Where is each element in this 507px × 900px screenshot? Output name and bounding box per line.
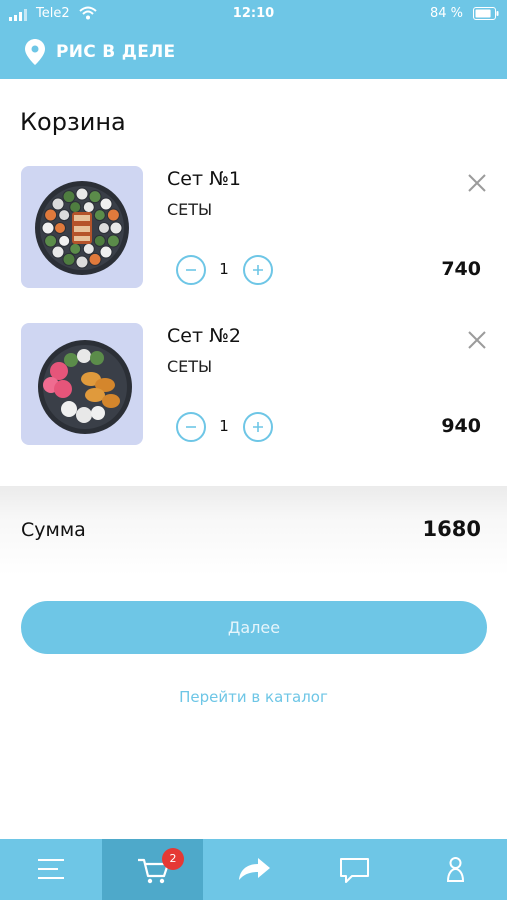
- total-value: 1680: [422, 517, 481, 541]
- profile-icon: [446, 857, 465, 882]
- sushi-set-image: [21, 166, 143, 288]
- minus-icon: [186, 426, 196, 428]
- cart-item: Сет №1 СЕТЫ 1 740: [0, 164, 507, 294]
- remove-item-icon[interactable]: [462, 325, 492, 355]
- plus-icon: [253, 422, 263, 432]
- share-icon: [239, 858, 270, 880]
- location-pin-icon: [25, 39, 45, 65]
- bottom-tabbar: 2: [0, 839, 507, 900]
- next-button[interactable]: Далее: [21, 601, 487, 654]
- increase-quantity-button[interactable]: [243, 412, 273, 442]
- item-name: Сет №2: [167, 325, 241, 347]
- sushi-set-image: [21, 323, 143, 445]
- minus-icon: [186, 269, 196, 271]
- tab-profile[interactable]: [405, 839, 506, 900]
- decrease-quantity-button[interactable]: [176, 255, 206, 285]
- decrease-quantity-button[interactable]: [176, 412, 206, 442]
- battery-percent: 84 %: [430, 6, 464, 21]
- total-label: Сумма: [21, 519, 86, 541]
- item-quantity: 1: [219, 260, 229, 278]
- item-category: СЕТЫ: [167, 357, 213, 376]
- plus-icon: [253, 265, 263, 275]
- app-header: РИС В ДЕЛЕ: [0, 30, 507, 75]
- item-category: СЕТЫ: [167, 200, 213, 219]
- item-quantity: 1: [219, 417, 229, 435]
- cart-badge: 2: [162, 848, 184, 870]
- remove-item-icon[interactable]: [462, 168, 492, 198]
- increase-quantity-button[interactable]: [243, 255, 273, 285]
- go-to-catalog-link[interactable]: Перейти в каталог: [0, 688, 507, 706]
- menu-icon: [38, 859, 64, 879]
- top-bar: Tele2 12:10 84 % РИС В ДЕЛЕ: [0, 0, 507, 79]
- battery-icon: [473, 7, 499, 20]
- cart-item: Сет №2 СЕТЫ 1 940: [0, 321, 507, 451]
- tab-chat[interactable]: [304, 839, 405, 900]
- chat-icon: [340, 858, 369, 883]
- brand-title: РИС В ДЕЛЕ: [56, 42, 176, 62]
- tab-cart[interactable]: 2: [102, 839, 203, 900]
- status-bar: Tele2 12:10 84 %: [0, 0, 507, 28]
- item-price: 940: [441, 415, 481, 437]
- tab-menu[interactable]: [0, 839, 101, 900]
- page-title: Корзина: [20, 108, 126, 136]
- tab-share[interactable]: [203, 839, 304, 900]
- item-price: 740: [441, 258, 481, 280]
- item-name: Сет №1: [167, 168, 241, 190]
- cart-icon: [138, 858, 170, 884]
